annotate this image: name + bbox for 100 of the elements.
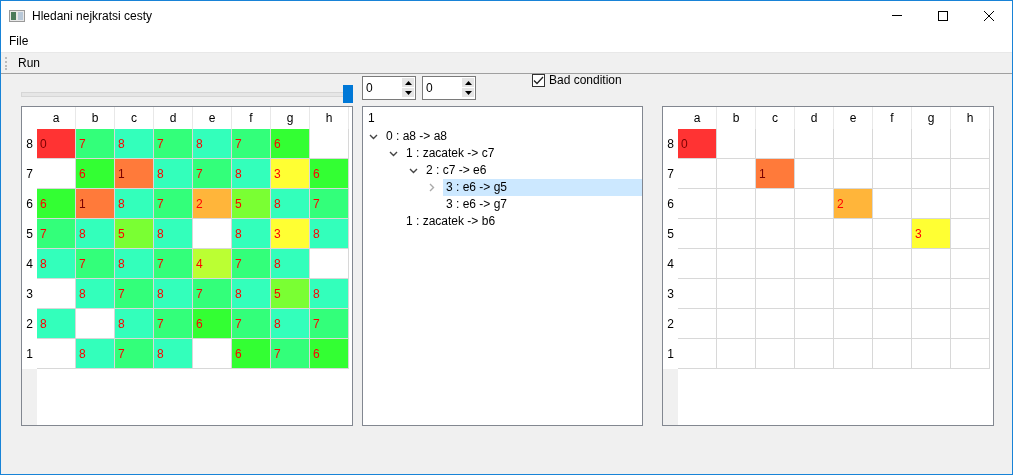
- table-cell: [756, 249, 795, 279]
- table-cell: [873, 309, 912, 339]
- slider[interactable]: [21, 85, 353, 103]
- table-cell: [795, 309, 834, 339]
- table-cell: [873, 249, 912, 279]
- table-cell: [834, 219, 873, 249]
- table-cell: [795, 279, 834, 309]
- row-header: 4: [666, 256, 675, 273]
- table-cell: [717, 279, 756, 309]
- column-header: c: [756, 107, 795, 129]
- table-cell: 7: [310, 189, 349, 219]
- table-cell: [756, 189, 795, 219]
- table-cell: [795, 129, 834, 159]
- table-cell: [834, 339, 873, 369]
- tree-item[interactable]: 0 : a8 -> a8: [383, 128, 451, 145]
- chevron-down-icon[interactable]: [369, 133, 378, 140]
- table-cell: 8: [37, 249, 76, 279]
- table-cell: [873, 159, 912, 189]
- row-header: 6: [25, 196, 34, 213]
- table-cell: [756, 309, 795, 339]
- table-cell: 7: [193, 279, 232, 309]
- table-cell: [951, 219, 990, 249]
- row-header: 5: [25, 226, 34, 243]
- table-cell: [951, 339, 990, 369]
- table-cell: 7: [115, 279, 154, 309]
- spin-up-button[interactable]: [402, 78, 414, 87]
- table-cell: [717, 129, 756, 159]
- table-cell: [912, 129, 951, 159]
- table-cell: [678, 339, 717, 369]
- table-cell: [717, 249, 756, 279]
- tree-item[interactable]: 2 : c7 -> e6: [423, 162, 490, 179]
- tree-item[interactable]: 1 : zacatek -> c7: [403, 145, 498, 162]
- column-header: g: [912, 107, 951, 129]
- table-cell: [795, 249, 834, 279]
- table-cell: 8: [154, 159, 193, 189]
- column-header: h: [951, 107, 990, 129]
- app-icon: [9, 9, 25, 22]
- table-cell: 6: [193, 309, 232, 339]
- row-header: 2: [666, 316, 675, 333]
- table-cell: 8: [232, 159, 271, 189]
- tree-item[interactable]: 3 : e6 -> g7: [443, 196, 511, 213]
- row-header: 7: [25, 166, 34, 183]
- chevron-down-icon[interactable]: [389, 150, 398, 157]
- table-cell: 7: [154, 129, 193, 159]
- table-cell: 6: [310, 339, 349, 369]
- table-cell: [951, 279, 990, 309]
- table-cell: 5: [232, 189, 271, 219]
- row-header-background: [22, 369, 37, 425]
- table-cell: 5: [271, 279, 310, 309]
- column-header: h: [310, 107, 349, 129]
- table-cell: 8: [154, 339, 193, 369]
- table-cell: 1: [756, 159, 795, 189]
- table-cell: [873, 339, 912, 369]
- table-cell: 8: [193, 129, 232, 159]
- tree-header: 1: [367, 110, 376, 127]
- row-header: 1: [666, 346, 675, 363]
- tree-item[interactable]: 1 : zacatek -> b6: [403, 213, 499, 230]
- menu-item[interactable]: File: [1, 34, 36, 48]
- row-header: 6: [666, 196, 675, 213]
- row-header: 5: [666, 226, 675, 243]
- table-cell: 8: [310, 279, 349, 309]
- row-header-background: [663, 369, 678, 425]
- table-cell: 8: [271, 189, 310, 219]
- table-cell: [717, 339, 756, 369]
- table-cell: 4: [193, 249, 232, 279]
- table-cell: [678, 189, 717, 219]
- close-icon[interactable]: [984, 10, 994, 21]
- table-cell: [951, 189, 990, 219]
- column-header: f: [873, 107, 912, 129]
- table-cell: [678, 219, 717, 249]
- spin-down-button[interactable]: [462, 88, 474, 97]
- table-cell: [912, 309, 951, 339]
- table-cell: 7: [232, 249, 271, 279]
- column-header: b: [717, 107, 756, 129]
- table-cell: 7: [271, 339, 310, 369]
- spin-up-button[interactable]: [462, 78, 474, 87]
- maximize-icon[interactable]: [938, 10, 948, 21]
- table-cell: 0: [678, 129, 717, 159]
- table-cell: [756, 339, 795, 369]
- table-cell: 8: [76, 339, 115, 369]
- run-button[interactable]: Run: [15, 55, 43, 71]
- checkbox-label[interactable]: Bad condition: [549, 73, 622, 87]
- row-header: 1: [25, 346, 34, 363]
- table-cell: [756, 279, 795, 309]
- tree-item[interactable]: 3 : e6 -> g5: [443, 179, 642, 196]
- table-cell: [795, 339, 834, 369]
- chevron-down-icon[interactable]: [409, 167, 418, 174]
- table-cell: 8: [232, 219, 271, 249]
- spin-down-button[interactable]: [402, 88, 414, 97]
- table-cell: 7: [232, 129, 271, 159]
- table-cell: [951, 309, 990, 339]
- table-cell: [912, 159, 951, 189]
- table-cell: 2: [834, 189, 873, 219]
- row-header: 3: [25, 286, 34, 303]
- table-cell: [951, 159, 990, 189]
- column-header: d: [795, 107, 834, 129]
- table-cell: 8: [37, 309, 76, 339]
- table-cell: [873, 189, 912, 219]
- row-header: 8: [25, 136, 34, 153]
- table-cell: [834, 249, 873, 279]
